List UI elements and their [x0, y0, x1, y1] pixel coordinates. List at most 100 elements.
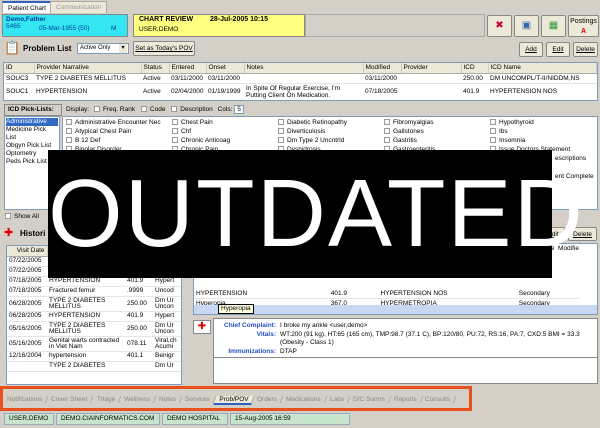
- table-row[interactable]: SOUC1 HYPERTENSION Active 02/04/2000 01/19/1…: [4, 83, 597, 100]
- icd-pick-item[interactable]: Administrative Encounter Nec: [66, 119, 161, 126]
- visit-date-header[interactable]: Visit Date: [7, 246, 48, 257]
- icd-pick-item[interactable]: Chest Pain: [172, 119, 213, 126]
- column-header[interactable]: Provider: [401, 63, 462, 74]
- checkbox[interactable]: [490, 119, 496, 126]
- cols-spinner[interactable]: 5: [234, 105, 244, 114]
- checkbox[interactable]: [278, 119, 284, 126]
- checkbox[interactable]: [66, 137, 72, 144]
- icd-pick-item[interactable]: Ibs: [490, 128, 508, 135]
- tools-icon[interactable]: ✖: [487, 15, 512, 37]
- bottom-tab[interactable]: Triage: [91, 396, 122, 403]
- bottom-tab[interactable]: Notifications: [1, 396, 49, 403]
- bottom-tab[interactable]: D/C Summ: [347, 396, 391, 403]
- icd-pick-item[interactable]: Gastritis: [384, 137, 417, 144]
- patient-sex: M: [111, 25, 117, 32]
- picklist-item[interactable]: Medicine Pick List: [6, 126, 58, 142]
- column-header[interactable]: Onset: [206, 63, 245, 74]
- icd-pick-item[interactable]: Atypical Chest Pain: [66, 128, 131, 135]
- table-cell: Genital warts contracted in Viet Nam: [47, 336, 125, 352]
- table-row[interactable]: 07/18/2005 Fractured femur .9999 Uncod: [7, 286, 181, 297]
- column-header[interactable]: Modified: [363, 63, 402, 74]
- table-cell: 07/22/2005: [7, 266, 47, 277]
- table-row[interactable]: TYPE 2 DIABETES Dm Ur: [7, 361, 181, 372]
- freq-rank-checkbox[interactable]: [93, 106, 100, 113]
- table-cell: 401.9: [328, 289, 379, 299]
- bottom-tab[interactable]: Orders: [251, 396, 284, 403]
- column-header[interactable]: Status: [141, 63, 170, 74]
- table-row[interactable]: 06/28/2005 HYPERTENSION 401.9 Hypert: [7, 311, 181, 322]
- table-row[interactable]: 05/16/2005 TYPE 2 DIABETES MELLITUS 250.00…: [7, 321, 181, 337]
- checkbox[interactable]: [490, 128, 496, 135]
- pick-label: Gastritis: [393, 137, 417, 144]
- column-header[interactable]: Notes: [244, 63, 364, 74]
- horizontal-scrollbar[interactable]: [194, 305, 597, 314]
- column-header[interactable]: ICD: [461, 63, 489, 74]
- icd-pick-item[interactable]: Diverticulosis: [278, 128, 325, 135]
- icd-pick-item[interactable]: Fibromyalgias: [384, 119, 433, 126]
- table-row[interactable]: 05/16/2005 Genital warts contracted in Vi…: [7, 336, 181, 352]
- encounter-banner[interactable]: CHART REVIEW 28-Jul-2005 10:15 USER,DEMO: [133, 14, 305, 37]
- table-cell: Active: [141, 73, 169, 84]
- graph-icon[interactable]: ▦: [541, 15, 566, 37]
- table-cell: TYPE 2 DIABETES MELLITUS: [47, 321, 125, 337]
- icd-pick-item[interactable]: Chronic Anticoag: [172, 137, 230, 144]
- icd-pick-item[interactable]: B 12 Def: [66, 137, 100, 144]
- picklist-item[interactable]: Administrative: [6, 118, 58, 126]
- icd-pick-item[interactable]: Gallstones: [384, 128, 424, 135]
- show-all-checkbox[interactable]: Show All: [5, 213, 39, 220]
- icd-pick-item[interactable]: Hypothyroid: [490, 119, 534, 126]
- add-button[interactable]: Add: [519, 42, 543, 57]
- checkbox[interactable]: [278, 128, 284, 135]
- document-icon[interactable]: ▣: [514, 15, 539, 37]
- bottom-tab[interactable]: Notes: [153, 396, 183, 403]
- checkbox[interactable]: [278, 137, 284, 144]
- icd-pick-item[interactable]: Diabetic Retinopathy: [278, 119, 347, 126]
- description-checkbox[interactable]: [171, 106, 178, 113]
- bottom-tab[interactable]: Consults: [420, 396, 457, 403]
- checkbox[interactable]: [66, 128, 72, 135]
- table-row[interactable]: HYPERTENSION 401.9 HYPERTENSION NOS Seconda…: [194, 289, 579, 299]
- checkbox[interactable]: [490, 137, 496, 144]
- postings-button[interactable]: Postings A: [568, 15, 599, 37]
- checkbox[interactable]: [172, 137, 178, 144]
- checkbox[interactable]: [384, 128, 390, 135]
- problem-filter-select[interactable]: Active Only ▾: [77, 43, 129, 54]
- picklist-item[interactable]: Obgyn Pick List: [6, 142, 58, 150]
- icd-pick-item[interactable]: Chf: [172, 128, 191, 135]
- checkbox[interactable]: [384, 119, 390, 126]
- pick-label: Hypothyroid: [499, 119, 534, 126]
- code-checkbox[interactable]: [140, 106, 147, 113]
- bottom-tab-label: Notes: [159, 396, 176, 403]
- delete-button[interactable]: Delete: [573, 42, 598, 57]
- tooltip: Hyperopia: [218, 304, 254, 314]
- problem-table[interactable]: ID Provider Narrative Status Entered Onset No…: [3, 62, 598, 101]
- bottom-tab[interactable]: Wellness: [118, 396, 157, 403]
- bottom-tab[interactable]: Medications: [280, 396, 328, 403]
- checkbox[interactable]: [172, 128, 178, 135]
- checkbox[interactable]: [66, 119, 72, 126]
- table-row[interactable]: SOUC3 TYPE 2 DIABETES MELLITUS Active 03/11…: [4, 73, 597, 84]
- icd-pick-item[interactable]: Insomnia: [490, 137, 525, 144]
- checkbox[interactable]: [384, 137, 390, 144]
- chevron-down-icon[interactable]: ▾: [119, 44, 127, 53]
- bottom-tab[interactable]: Labs: [324, 396, 351, 403]
- bottom-tab[interactable]: Reports: [388, 396, 423, 403]
- patient-banner[interactable]: Demo,Father 5465 05-Mar-1955 (50) M: [2, 14, 128, 37]
- table-cell: 250.00: [125, 296, 153, 312]
- table-cell: 07/18/2005: [7, 286, 47, 297]
- table-row[interactable]: 06/28/2005 TYPE 2 DIABETES MELLITUS 250.00…: [7, 296, 181, 312]
- tab-patient-chart[interactable]: Patient Chart: [2, 1, 52, 13]
- column-header[interactable]: Entered: [169, 63, 207, 74]
- bottom-tab[interactable]: Cover Sheet: [46, 396, 94, 403]
- tab-communication[interactable]: Communication: [50, 1, 108, 13]
- bottom-tab[interactable]: Prob/POV: [213, 396, 255, 405]
- table-row[interactable]: 12/16/2004 hypertension 401.1 Benigr: [7, 351, 181, 362]
- icd-pick-item[interactable]: Dm Type 2 Uncntrld: [278, 137, 344, 144]
- set-todays-pov-button[interactable]: Set as Today's POV: [133, 41, 195, 56]
- column-header[interactable]: Provider Narrative: [34, 63, 142, 74]
- bottom-tab[interactable]: Services: [179, 396, 217, 403]
- checkbox[interactable]: [172, 119, 178, 126]
- edit-button[interactable]: Edit: [546, 42, 570, 57]
- column-header[interactable]: ICD Name: [488, 63, 597, 74]
- column-header[interactable]: ID: [4, 63, 35, 74]
